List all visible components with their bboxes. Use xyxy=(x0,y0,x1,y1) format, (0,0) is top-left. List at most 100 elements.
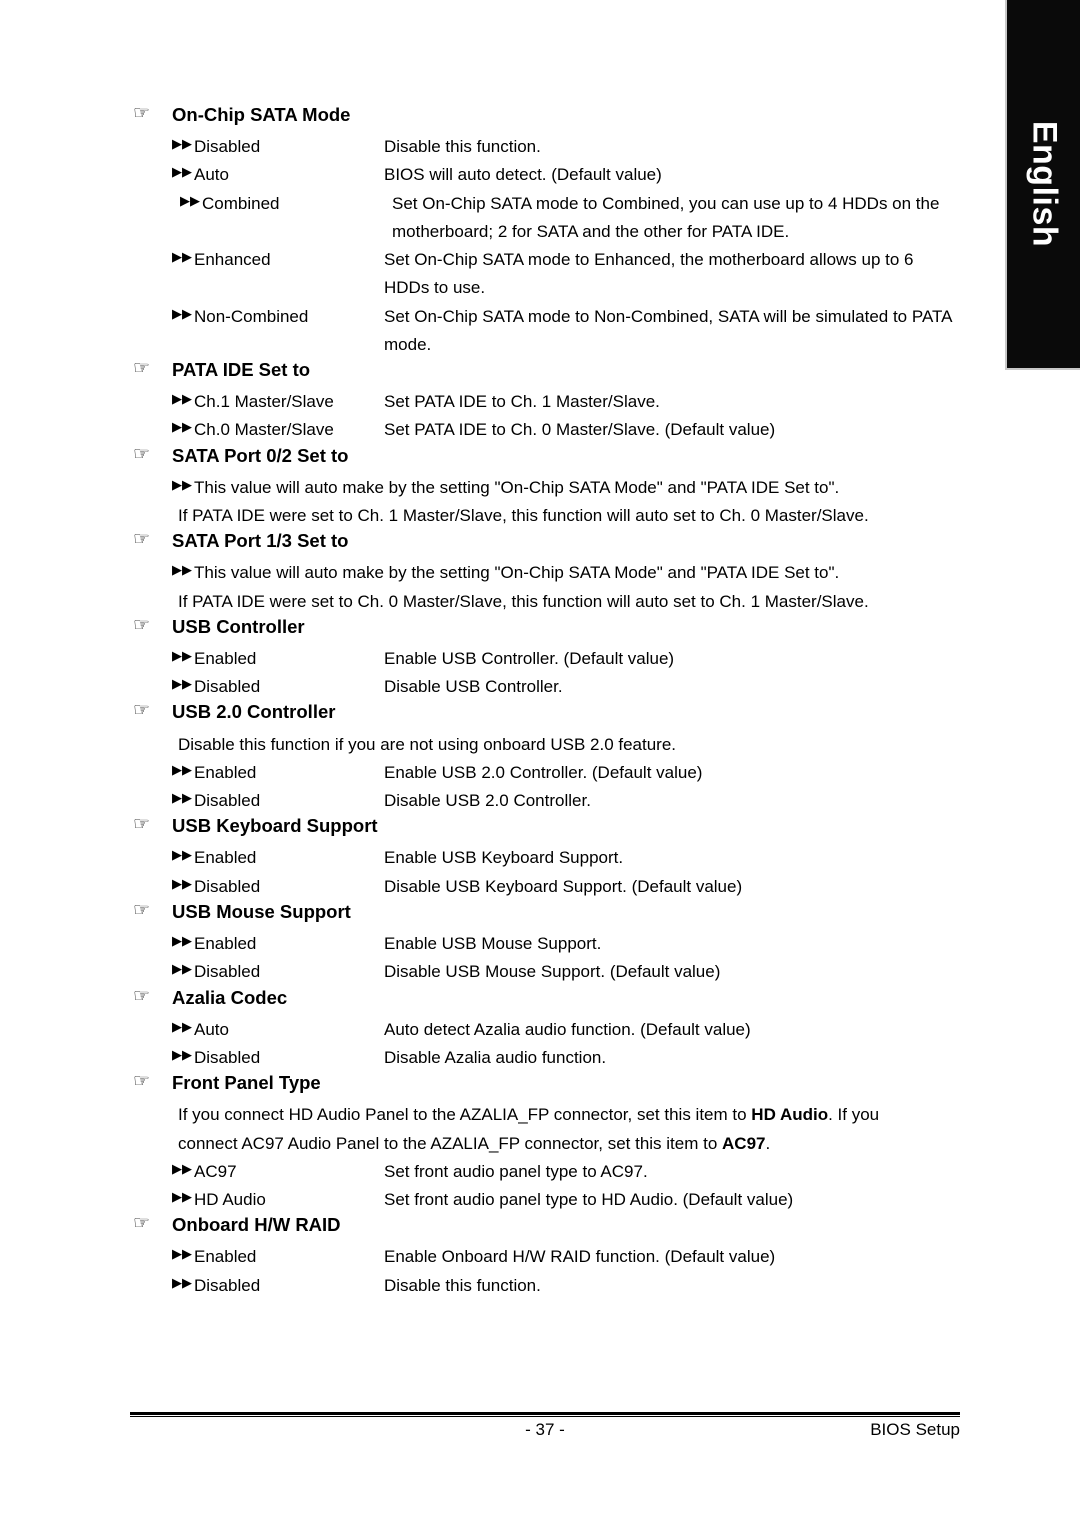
option-label: Auto xyxy=(194,165,229,185)
option-description: Disable USB 2.0 Controller. xyxy=(384,791,591,811)
option-description: Disable USB Mouse Support. (Default valu… xyxy=(384,962,721,982)
option-description: Set On-Chip SATA mode to Non-Combined, S… xyxy=(384,306,952,354)
heading-usb-mouse-support: ☞ USB Mouse Support xyxy=(130,899,960,923)
heading-label: USB Mouse Support xyxy=(172,900,351,922)
option-description: Enable USB Keyboard Support. xyxy=(384,848,624,868)
emphasis-text: AC97 xyxy=(722,1133,766,1153)
section-sata-port-1-3-set-to: ☞ SATA Port 1/3 Set to ▶▶ This value will a… xyxy=(130,529,960,616)
footer-section-label: BIOS Setup xyxy=(870,1420,960,1439)
section-note: If you connect HD Audio Panel to the AZA… xyxy=(130,1101,960,1129)
double-triangle-icon: ▶▶ xyxy=(172,562,192,578)
option-label: Disabled xyxy=(194,876,261,896)
section-azalia-codec: ☞ Azalia Codec ▶▶ Auto Auto detect Azalia au… xyxy=(130,985,960,1073)
page-number: - 37 - xyxy=(525,1420,565,1439)
option-label: AC97 xyxy=(194,1161,237,1181)
heading-label: USB Keyboard Support xyxy=(172,815,378,837)
heading-label: Front Panel Type xyxy=(172,1072,321,1094)
option-row: ▶▶ Auto BIOS will auto detect. (Default va… xyxy=(130,161,960,189)
section-on-chip-sata-mode: ☞ On-Chip SATA Mode ▶▶ Disabled Disable this… xyxy=(130,103,960,359)
language-tab-english: English xyxy=(1005,0,1080,370)
note-text: connect AC97 Audio Panel to the AZALIA_F… xyxy=(178,1133,723,1153)
option-label: Enabled xyxy=(194,934,257,954)
footer-row: - 37 - BIOS Setup xyxy=(130,1420,960,1450)
double-triangle-icon: ▶▶ xyxy=(172,933,192,949)
option-row: ▶▶ Ch.0 Master/Slave Set PATA IDE to Ch. 0… xyxy=(130,416,960,444)
option-description: Set front audio panel type to AC97. xyxy=(384,1161,648,1181)
section-usb-keyboard-support: ☞ USB Keyboard Support ▶▶ Enabled Enable USB… xyxy=(130,814,960,901)
option-description: Set PATA IDE to Ch. 0 Master/Slave. (Def… xyxy=(384,420,776,440)
heading-sata-port-1-3-set-to: ☞ SATA Port 1/3 Set to xyxy=(130,529,960,552)
section-usb-controller: ☞ USB Controller ▶▶ Enabled Enable USB Contr… xyxy=(130,614,960,702)
bios-setup-content: ☞ On-Chip SATA Mode ▶▶ Disabled Disable this… xyxy=(130,103,960,1300)
option-label: Disabled xyxy=(194,962,261,982)
double-triangle-icon: ▶▶ xyxy=(172,1274,192,1290)
option-label: Ch.1 Master/Slave xyxy=(194,392,334,412)
double-triangle-icon: ▶▶ xyxy=(172,136,192,152)
pointing-hand-icon: ☞ xyxy=(133,1071,151,1093)
option-label: Combined xyxy=(202,193,280,213)
note-text: . xyxy=(765,1133,771,1153)
option-label: Disabled xyxy=(194,1275,261,1295)
option-row: ▶▶ Ch.1 Master/Slave Set PATA IDE to Ch. 1… xyxy=(130,388,960,416)
option-description: Disable USB Keyboard Support. (Default v… xyxy=(384,876,743,896)
double-triangle-icon: ▶▶ xyxy=(172,164,192,180)
option-description: Set front audio panel type to HD Audio. … xyxy=(384,1190,794,1209)
bullet-line: ▶▶ This value will auto make by the setti… xyxy=(130,559,960,587)
footer-rule-thick xyxy=(130,1412,960,1415)
pointing-hand-icon: ☞ xyxy=(133,700,151,722)
heading-pata-ide-set-to: ☞ PATA IDE Set to xyxy=(130,358,960,381)
option-description: Enable Onboard H/W RAID function. (Defau… xyxy=(384,1247,776,1267)
document-page: English ☞ On-Chip SATA Mode ▶▶ Disabled Disa… xyxy=(0,0,1080,1529)
bullet-line: ▶▶ This value will auto make by the setti… xyxy=(130,474,960,502)
heading-on-chip-sata-mode: ☞ On-Chip SATA Mode xyxy=(130,103,960,126)
double-triangle-icon: ▶▶ xyxy=(172,476,192,492)
double-triangle-icon: ▶▶ xyxy=(172,305,192,321)
option-description: Enable USB Mouse Support. xyxy=(384,934,602,954)
option-row: ▶▶ Disabled Disable USB Keyboard Support. … xyxy=(130,873,960,901)
option-row: ▶▶ Combined Set On-Chip SATA mode to Combi… xyxy=(130,190,960,246)
option-row: ▶▶ Enabled Enable USB Controller. (Default… xyxy=(130,645,960,673)
double-triangle-icon: ▶▶ xyxy=(172,1189,192,1204)
option-description: Set PATA IDE to Ch. 1 Master/Slave. xyxy=(384,392,660,412)
option-label: Enabled xyxy=(194,1247,257,1267)
section-onboard-hw-raid: ☞ Onboard H/W RAID ▶▶ Enabled Enable Onboard… xyxy=(130,1213,960,1300)
option-label: Auto xyxy=(194,1019,229,1039)
option-row: ▶▶ Enabled Enable USB 2.0 Controller. (Def… xyxy=(130,759,960,787)
option-label: Disabled xyxy=(194,137,261,157)
double-triangle-icon: ▶▶ xyxy=(172,790,192,806)
pointing-hand-icon: ☞ xyxy=(133,614,151,636)
language-tab-label: English xyxy=(1025,120,1063,248)
option-label: Enabled xyxy=(194,649,257,668)
option-label: HD Audio xyxy=(194,1190,266,1209)
option-label: Enabled xyxy=(194,848,257,868)
option-row: ▶▶ AC97 Set front audio panel type to AC97… xyxy=(130,1158,960,1186)
option-description: Disable this function. xyxy=(384,1275,541,1295)
pointing-hand-icon: ☞ xyxy=(133,985,151,1007)
double-triangle-icon: ▶▶ xyxy=(172,648,192,663)
pointing-hand-icon: ☞ xyxy=(133,103,151,124)
option-row: ▶▶ Enabled Enable USB Mouse Support. xyxy=(130,930,960,958)
pointing-hand-icon: ☞ xyxy=(133,1213,151,1235)
option-row: ▶▶ Enhanced Set On-Chip SATA mode to Enhan… xyxy=(130,246,960,302)
heading-label: USB 2.0 Controller xyxy=(172,701,336,723)
option-description: Auto detect Azalia audio function. (Defa… xyxy=(384,1019,751,1039)
double-triangle-icon: ▶▶ xyxy=(180,192,200,208)
option-label: Disabled xyxy=(194,677,261,697)
footer-rule-thin xyxy=(130,1416,960,1417)
double-triangle-icon: ▶▶ xyxy=(172,761,192,777)
double-triangle-icon: ▶▶ xyxy=(172,676,192,692)
option-label: Ch.0 Master/Slave xyxy=(194,420,334,440)
section-pata-ide-set-to: ☞ PATA IDE Set to ▶▶ Ch.1 Master/Slave Set P… xyxy=(130,358,960,445)
double-triangle-icon: ▶▶ xyxy=(172,419,192,435)
option-label: Enabled xyxy=(194,762,257,782)
option-label: Disabled xyxy=(194,1047,261,1067)
pointing-hand-icon: ☞ xyxy=(133,899,151,921)
double-triangle-icon: ▶▶ xyxy=(172,961,192,977)
option-row: ▶▶ Disabled Disable this function. xyxy=(130,1272,960,1300)
section-note: If PATA IDE were set to Ch. 1 Master/Sla… xyxy=(178,505,869,525)
note-text: If you connect HD Audio Panel to the AZA… xyxy=(178,1105,752,1125)
double-triangle-icon: ▶▶ xyxy=(172,1018,192,1034)
option-description: Set On-Chip SATA mode to Combined, you c… xyxy=(392,193,940,241)
option-row: ▶▶ Enabled Enable Onboard H/W RAID functio… xyxy=(130,1243,960,1271)
heading-label: PATA IDE Set to xyxy=(172,358,311,380)
